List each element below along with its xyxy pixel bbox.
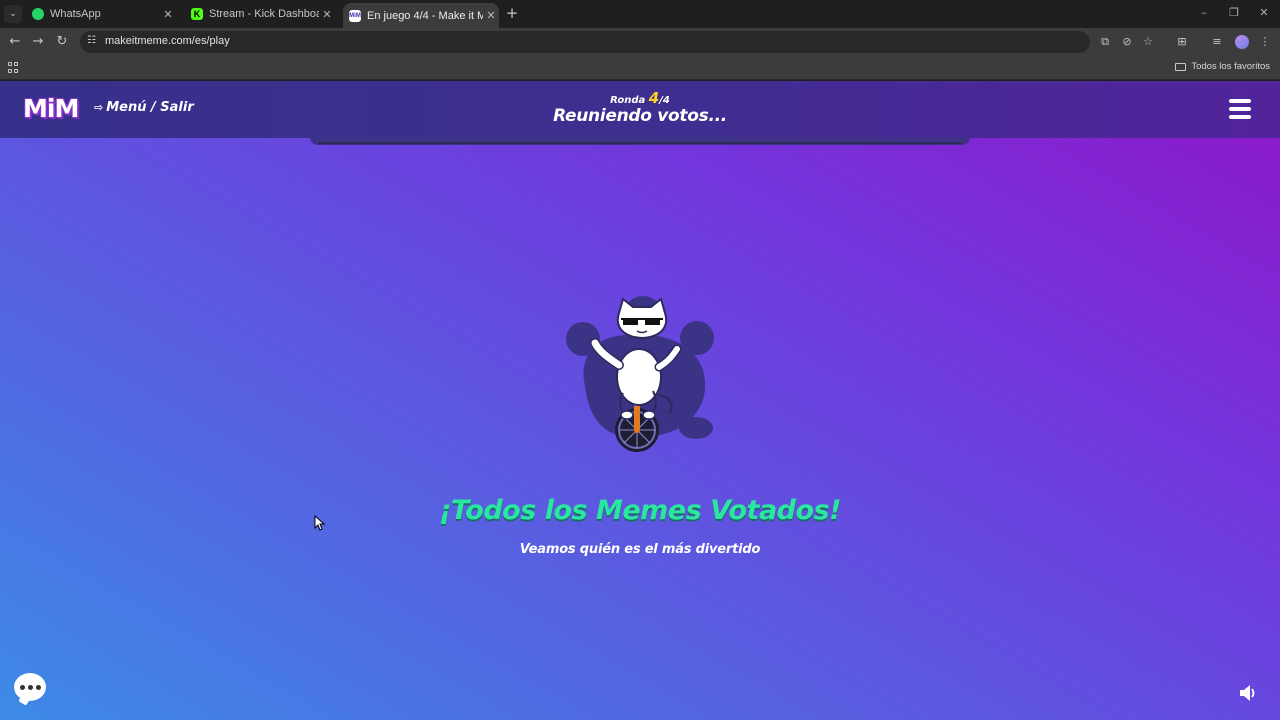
all-bookmarks-label: Todos los favoritos bbox=[1191, 61, 1270, 72]
close-tab-icon[interactable]: ✕ bbox=[483, 9, 499, 22]
close-window-icon[interactable]: ✕ bbox=[1257, 6, 1271, 19]
address-bar[interactable]: ☷ makeitmeme.com/es/play bbox=[80, 31, 1090, 53]
tab-strip: ⌄ WhatsApp ✕ K Stream - Kick Dashboard ✕… bbox=[0, 0, 1280, 28]
url-text: makeitmeme.com/es/play bbox=[105, 35, 230, 47]
mouse-cursor-icon bbox=[314, 515, 326, 531]
whatsapp-icon bbox=[32, 8, 44, 20]
eye-off-icon[interactable]: ⊘ bbox=[1119, 34, 1135, 50]
hamburger-menu-icon[interactable] bbox=[1229, 99, 1251, 119]
round-indicator: Ronda 4/4 bbox=[540, 89, 740, 107]
folder-icon bbox=[1175, 62, 1187, 71]
close-tab-icon[interactable]: ✕ bbox=[160, 8, 176, 21]
kebab-menu-icon[interactable]: ⋮ bbox=[1257, 34, 1273, 50]
exit-icon: ⇨ bbox=[94, 101, 104, 114]
round-total: /4 bbox=[659, 95, 670, 106]
speaker-icon[interactable] bbox=[1238, 684, 1258, 702]
apps-grid-icon[interactable] bbox=[8, 62, 19, 73]
new-tab-button[interactable]: + bbox=[504, 5, 520, 21]
mim-icon: MiM bbox=[349, 9, 361, 22]
tab-title: En juego 4/4 - Make it Meme bbox=[367, 9, 483, 22]
all-memes-voted-title: ¡Todos los Memes Votados! bbox=[439, 495, 841, 526]
game-page: MiM ⇨ Menú / Salir Ronda 4/4 Reuniendo v… bbox=[0, 81, 1280, 720]
browser-toolbar: ← → ↻ ☷ makeitmeme.com/es/play ⧉ ⊘ ☆ ⊞ ≡… bbox=[0, 28, 1280, 56]
close-tab-icon[interactable]: ✕ bbox=[319, 8, 335, 21]
kick-icon: K bbox=[191, 8, 203, 20]
header-progress-tab bbox=[310, 137, 970, 145]
bookmark-star-icon[interactable]: ☆ bbox=[1140, 34, 1156, 50]
site-info-icon[interactable]: ☷ bbox=[87, 35, 96, 46]
chat-bubble-button[interactable] bbox=[14, 673, 46, 701]
round-current: 4 bbox=[648, 89, 660, 107]
tab-whatsapp[interactable]: WhatsApp ✕ bbox=[26, 3, 176, 25]
tab-kick-dashboard[interactable]: K Stream - Kick Dashboard ✕ bbox=[185, 3, 335, 25]
media-control-icon[interactable]: ≡ bbox=[1209, 34, 1225, 50]
reload-icon[interactable]: ↻ bbox=[54, 34, 70, 50]
minimize-icon[interactable]: – bbox=[1197, 6, 1211, 19]
all-bookmarks-button[interactable]: Todos los favoritos bbox=[1175, 61, 1270, 72]
round-label: Ronda bbox=[610, 95, 646, 106]
forward-arrow-icon[interactable]: → bbox=[30, 34, 46, 50]
bookmarks-bar: Todos los favoritos bbox=[0, 56, 1280, 80]
tab-search-chevron-icon[interactable]: ⌄ bbox=[4, 5, 22, 23]
profile-avatar[interactable] bbox=[1235, 35, 1249, 49]
cat-unicycle-mascot bbox=[566, 296, 714, 452]
extensions-icon[interactable]: ⊞ bbox=[1174, 34, 1190, 50]
restore-icon[interactable]: ❐ bbox=[1227, 6, 1241, 19]
funniest-subtitle: Veamos quién es el más divertido bbox=[519, 542, 761, 557]
menu-exit-button[interactable]: ⇨ Menú / Salir bbox=[94, 100, 194, 115]
install-app-icon[interactable]: ⧉ bbox=[1097, 34, 1113, 50]
mim-logo[interactable]: MiM bbox=[23, 94, 79, 123]
tab-title: Stream - Kick Dashboard bbox=[209, 8, 319, 20]
game-status: Reuniendo votos... bbox=[553, 106, 727, 126]
tab-title: WhatsApp bbox=[50, 8, 101, 20]
menu-exit-label: Menú / Salir bbox=[106, 100, 194, 115]
back-arrow-icon[interactable]: ← bbox=[7, 34, 23, 50]
tab-make-it-meme[interactable]: MiM En juego 4/4 - Make it Meme ✕ bbox=[343, 3, 499, 28]
